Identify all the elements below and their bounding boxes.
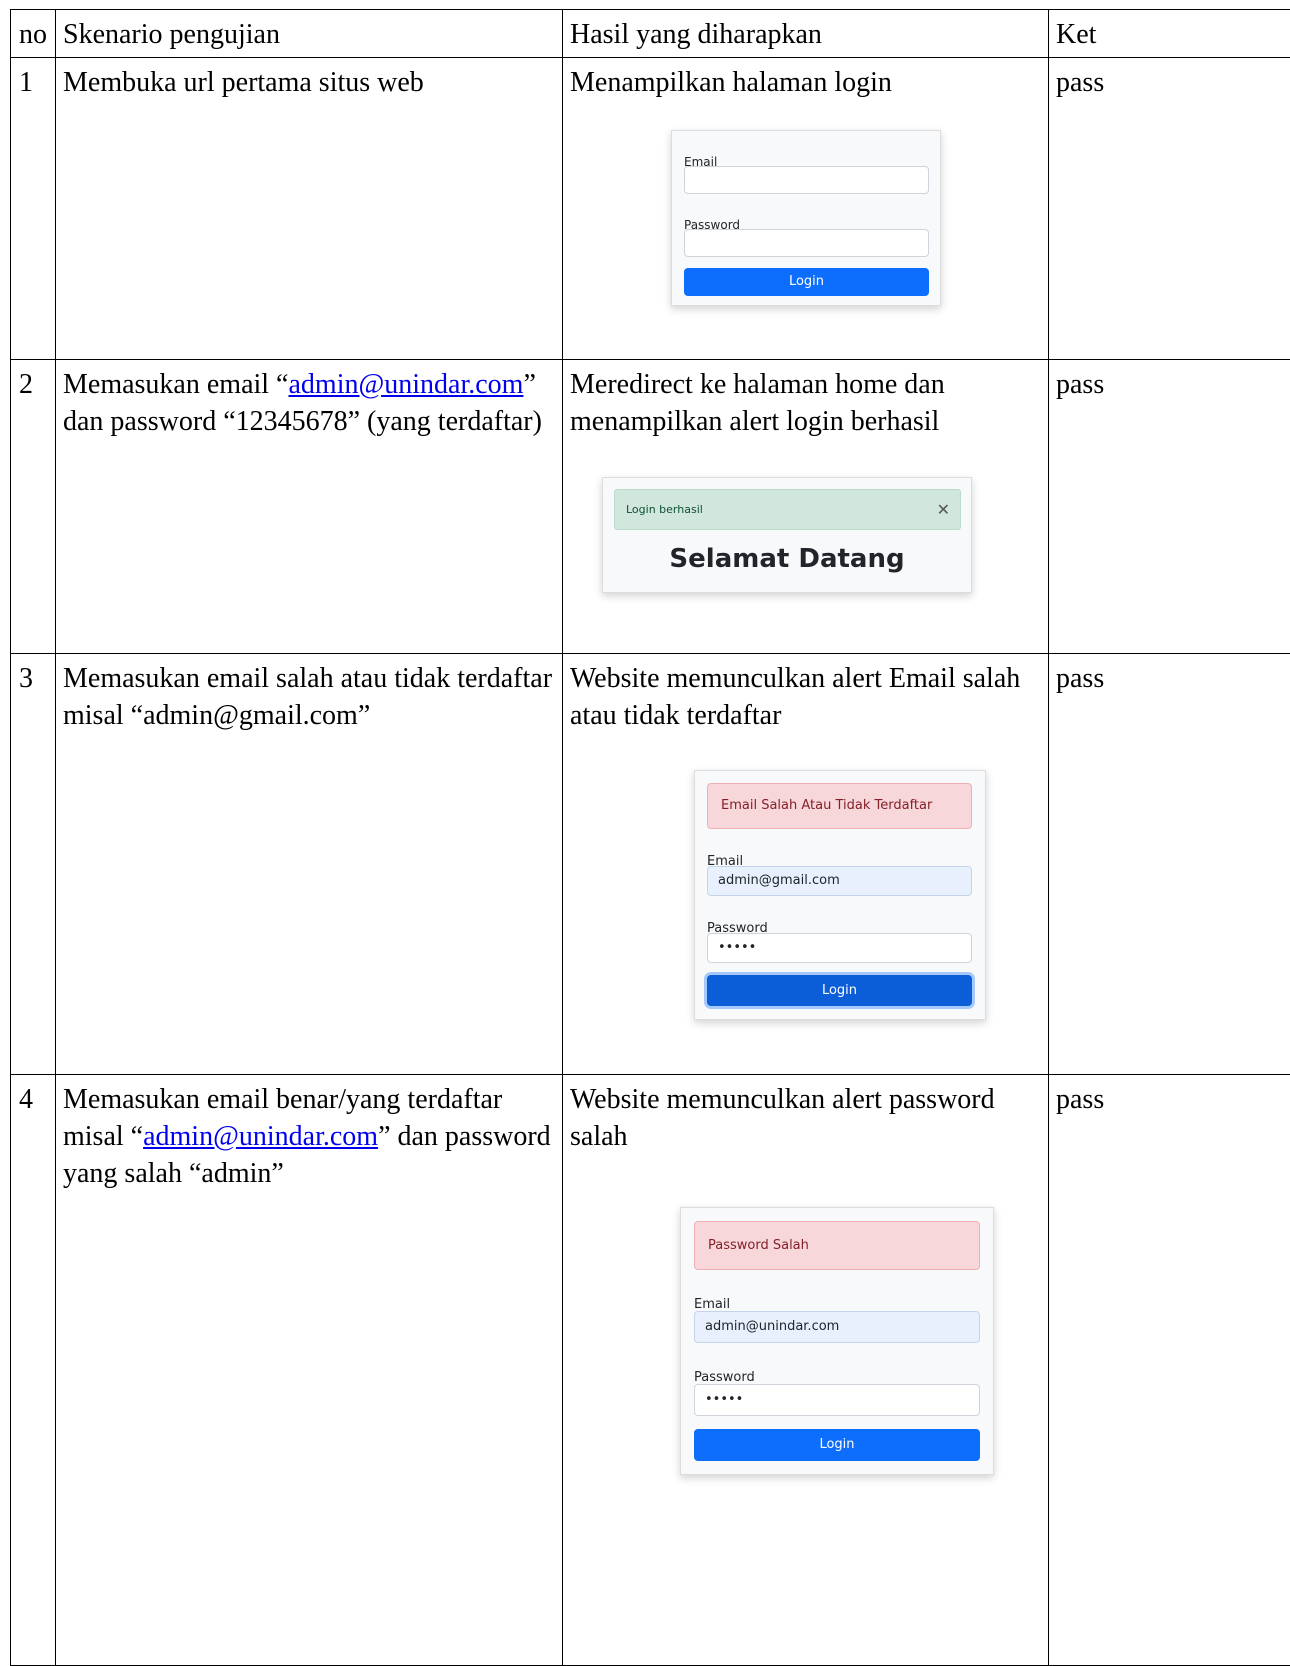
email-link[interactable]: admin@unindar.com [143, 1121, 378, 1152]
email-field[interactable]: admin@unindar.com [694, 1311, 980, 1343]
ket-cell: pass [1049, 360, 1290, 654]
header-no: no [11, 10, 56, 58]
login-screenshot: Email Password Login [671, 130, 941, 306]
row-number: 3 [11, 654, 56, 1075]
password-field[interactable]: ••••• [707, 933, 972, 963]
login-button[interactable]: Login [694, 1429, 980, 1461]
ket-cell: pass [1049, 58, 1290, 360]
password-error-alert: Password Salah [694, 1221, 980, 1270]
email-link[interactable]: admin@unindar.com [288, 369, 523, 400]
home-screenshot: Login berhasil ✕ Selamat Datang [602, 477, 972, 593]
expected-cell: Website memunculkan alert password salah… [563, 1075, 1049, 1666]
scenario-text: Memasukan email “ [63, 369, 288, 400]
login-button[interactable]: Login [707, 975, 972, 1006]
ket-cell: pass [1049, 654, 1290, 1075]
password-error-screenshot: Password Salah Email admin@unindar.com P… [680, 1207, 994, 1475]
table-row: 3 Memasukan email salah atau tidak terda… [11, 654, 1290, 1075]
password-field[interactable] [684, 229, 929, 257]
scenario-cell: Membuka url pertama situs web [56, 58, 563, 360]
expected-cell: Menampilkan halaman login Email Password… [563, 58, 1049, 360]
email-error-screenshot: Email Salah Atau Tidak Terdaftar Email a… [694, 770, 986, 1020]
header-ket: Ket [1049, 10, 1290, 58]
header-scenario: Skenario pengujian [56, 10, 563, 58]
login-button[interactable]: Login [684, 268, 929, 296]
password-field[interactable]: ••••• [694, 1384, 980, 1416]
row-number: 4 [11, 1075, 56, 1666]
scenario-cell: Memasukan email benar/yang terdaftar mis… [56, 1075, 563, 1666]
row-number: 1 [11, 58, 56, 360]
email-field[interactable]: admin@gmail.com [707, 866, 972, 896]
table-row: 2 Memasukan email “admin@unindar.com” da… [11, 360, 1290, 654]
header-expected: Hasil yang diharapkan [563, 10, 1049, 58]
email-error-alert: Email Salah Atau Tidak Terdaftar [707, 783, 972, 829]
scenario-cell: Memasukan email salah atau tidak terdaft… [56, 654, 563, 1075]
welcome-heading: Selamat Datang [603, 541, 971, 578]
close-icon[interactable]: ✕ [937, 490, 950, 529]
scenario-cell: Memasukan email “admin@unindar.com” dan … [56, 360, 563, 654]
ket-cell: pass [1049, 1075, 1290, 1666]
success-alert-text: Login berhasil [626, 503, 703, 516]
expected-cell: Website memunculkan alert Email salah at… [563, 654, 1049, 1075]
expected-cell: Meredirect ke halaman home dan menampilk… [563, 360, 1049, 654]
row-number: 2 [11, 360, 56, 654]
success-alert: Login berhasil ✕ [614, 489, 961, 530]
email-field[interactable] [684, 166, 929, 194]
table-row: 1 Membuka url pertama situs web Menampil… [11, 58, 1290, 360]
table-row: 4 Memasukan email benar/yang terdaftar m… [11, 1075, 1290, 1666]
header-row: no Skenario pengujian Hasil yang diharap… [11, 10, 1290, 58]
test-table: no Skenario pengujian Hasil yang diharap… [10, 9, 1290, 1666]
